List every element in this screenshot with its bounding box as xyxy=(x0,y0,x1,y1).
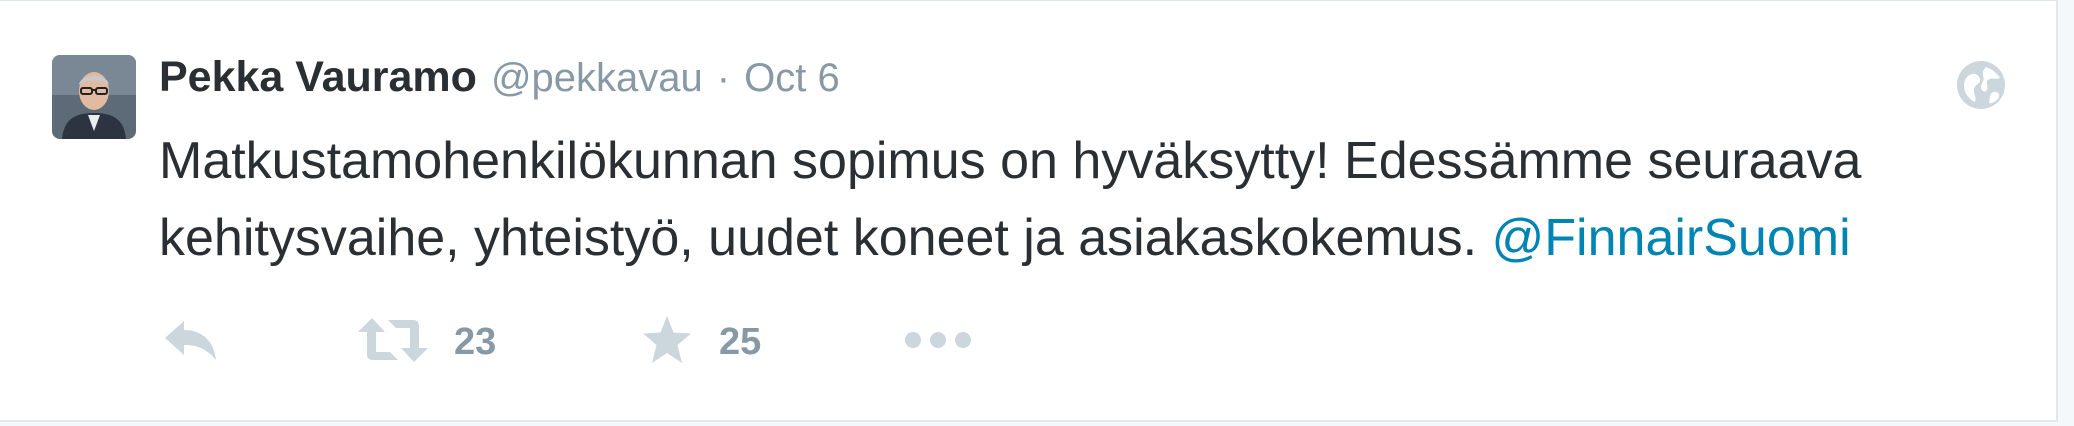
favorite-button[interactable]: 25 xyxy=(641,307,761,377)
separator-dot: · xyxy=(716,56,731,100)
avatar-image xyxy=(52,55,136,139)
reply-icon xyxy=(162,317,220,368)
tweet-timestamp[interactable]: Oct 6 xyxy=(744,56,840,101)
tweet-header: Pekka Vauramo @pekkavau · Oct 6 xyxy=(159,53,840,109)
star-icon xyxy=(641,315,693,370)
globe-icon[interactable] xyxy=(1955,59,2007,111)
avatar[interactable] xyxy=(52,55,136,139)
mention-link[interactable]: @FinnairSuomi xyxy=(1492,209,1851,267)
tweet-text: Matkustamohenkilökunnan sopimus on hyväk… xyxy=(159,123,2039,277)
reply-button[interactable] xyxy=(162,307,220,377)
author-handle[interactable]: @pekkavau xyxy=(491,56,703,101)
favorite-count: 25 xyxy=(719,320,762,363)
retweet-count: 23 xyxy=(454,320,497,363)
retweet-button[interactable]: 23 xyxy=(358,307,496,377)
tweet-card[interactable]: Pekka Vauramo @pekkavau · Oct 6 Matkusta… xyxy=(0,0,2058,422)
author-name[interactable]: Pekka Vauramo xyxy=(159,53,477,102)
more-button[interactable] xyxy=(903,307,973,377)
retweet-icon xyxy=(358,316,428,369)
more-dots-icon xyxy=(903,328,973,357)
